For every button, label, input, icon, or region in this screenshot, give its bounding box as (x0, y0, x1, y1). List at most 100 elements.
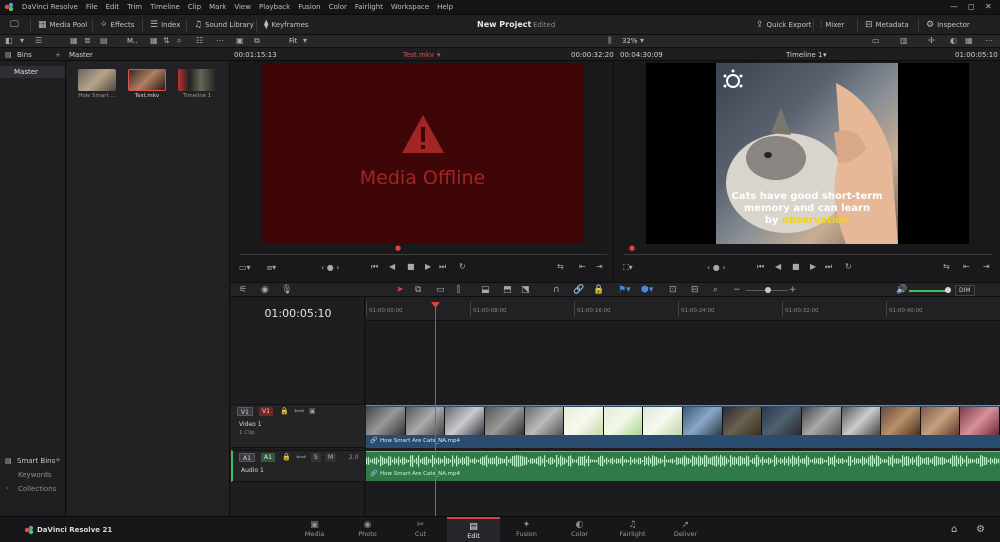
viewer-options-icon[interactable]: ▭▾ (239, 263, 251, 272)
zoom-slider-handle[interactable] (765, 287, 771, 293)
more-options-icon[interactable]: ⋯ (216, 36, 224, 45)
minimize-icon[interactable]: — (950, 2, 958, 11)
smart-bin-collections[interactable]: Collections (18, 485, 56, 493)
list-view-icon[interactable]: ≣ (84, 36, 91, 45)
clip-options-icon[interactable]: ⧈▾ (267, 263, 276, 273)
trim-tool-icon[interactable]: ⧉ (415, 285, 421, 295)
color-wheel-icon[interactable]: ◐ (950, 36, 957, 45)
dual-viewer-icon[interactable]: ⧉ (254, 36, 260, 46)
fit-select[interactable]: Fit (289, 37, 297, 45)
source-patch-a1[interactable]: A1 (239, 453, 255, 462)
viewer-layout-icon[interactable]: ▣ (236, 36, 244, 45)
output-icon[interactable]: ▥ (900, 36, 908, 45)
auto-select-icon[interactable]: ⟺ (296, 453, 306, 461)
view-icon[interactable]: ◉ (261, 285, 269, 295)
volume-slider[interactable] (909, 290, 949, 292)
zoom-out-icon[interactable]: − (733, 285, 741, 295)
stop-icon[interactable]: ■ (792, 262, 800, 271)
grid-view-icon[interactable]: ▦ (70, 36, 78, 45)
view-mode-select[interactable]: M.. (127, 37, 138, 45)
metadata-view-icon[interactable]: ▤ (100, 36, 108, 45)
scope-icon[interactable]: ▦ (965, 36, 973, 45)
menu-color[interactable]: Color (325, 3, 351, 11)
zoom-custom-icon[interactable]: ⌕ (713, 285, 718, 295)
insert-clip-icon[interactable]: ⬓ (481, 285, 490, 295)
menu-mark[interactable]: Mark (205, 3, 230, 11)
mark-out-icon[interactable]: ⇥ (983, 262, 990, 271)
menu-trim[interactable]: Trim (123, 3, 146, 11)
add-bin-icon[interactable]: + (55, 51, 61, 59)
home-icon[interactable]: ⌂ (951, 524, 957, 535)
loop-icon[interactable]: ↻ (845, 262, 852, 271)
keyframes-button[interactable]: ⧫ Keyframes (264, 19, 309, 31)
link-icon[interactable]: 🔗 (573, 285, 584, 295)
solo-button[interactable]: S (311, 453, 321, 462)
menu-clip[interactable]: Clip (184, 3, 205, 11)
jog-icon[interactable]: ‹ ● › (321, 263, 339, 272)
play-icon[interactable]: ▶ (810, 262, 816, 271)
overwrite-clip-icon[interactable]: ⬒ (503, 285, 512, 295)
mark-in-icon[interactable]: ⇤ (579, 262, 586, 271)
transform-icon[interactable]: ✛ (928, 36, 935, 45)
skip-forward-icon[interactable]: ⏭ (825, 262, 832, 272)
smart-bin-keywords[interactable]: Keywords (18, 471, 52, 479)
source-playhead-icon[interactable]: ● (395, 244, 401, 252)
skip-forward-icon[interactable]: ⏭ (439, 262, 446, 272)
add-smart-bin-icon[interactable]: + (55, 456, 61, 464)
page-tab-fusion[interactable]: ✦ Fusion (500, 517, 553, 542)
settings-gear-icon[interactable]: ⚙ (976, 524, 985, 535)
track-visibility-icon[interactable]: ▣ (309, 407, 316, 415)
menu-view[interactable]: View (230, 3, 255, 11)
match-frame-icon[interactable]: ⇆ (557, 262, 564, 271)
zoom-full-icon[interactable]: ⊡ (669, 285, 677, 295)
audio-clip[interactable]: 🔗 How Smart Are Cats_NA.mp4 (366, 451, 1000, 481)
marker-icon[interactable]: ⬢▾ (641, 285, 653, 295)
chevron-down-icon[interactable]: ▾ (823, 51, 827, 59)
mark-in-icon[interactable]: ⇤ (963, 262, 970, 271)
maximize-icon[interactable]: ◻ (968, 2, 975, 11)
page-tab-media[interactable]: ▣ Media (288, 517, 341, 542)
page-tab-edit[interactable]: ▤ Edit (447, 517, 500, 542)
lock-icon[interactable]: 🔒 (593, 285, 604, 295)
dynamic-trim-icon[interactable]: ▭ (436, 285, 445, 295)
match-frame-icon[interactable]: ⇆ (943, 262, 950, 271)
play-reverse-icon[interactable]: ◀ (389, 262, 395, 271)
search-icon[interactable]: ⌕ (177, 36, 181, 46)
stop-icon[interactable]: ■ (407, 262, 415, 271)
menu-help[interactable]: Help (433, 3, 457, 11)
safe-area-icon[interactable]: ▭ (872, 36, 880, 45)
loop-icon[interactable]: ↻ (459, 262, 466, 271)
snapping-icon[interactable]: ∩ (553, 285, 560, 295)
chevron-right-icon[interactable]: › (6, 485, 8, 492)
mixer-button[interactable]: ⫶ Mixer (820, 19, 844, 31)
page-tab-photo[interactable]: ◉ Photo (341, 517, 394, 542)
menu-file[interactable]: File (82, 3, 102, 11)
microphone-icon[interactable]: 🎙 (281, 285, 292, 295)
page-tab-deliver[interactable]: ➚ Deliver (659, 517, 712, 542)
metadata-button[interactable]: ⊟ Metadata (865, 19, 909, 31)
clip-thumbnail-selected[interactable] (128, 69, 166, 91)
menu-workspace[interactable]: Workspace (387, 3, 433, 11)
lock-icon[interactable]: 🔒 (280, 407, 289, 415)
menu-edit[interactable]: Edit (102, 3, 124, 11)
layout-toggle-button[interactable]: 🖵 (10, 19, 19, 31)
chevron-down-icon[interactable]: ▾ (303, 36, 307, 45)
sound-library-button[interactable]: ♫ Sound Library (194, 19, 254, 31)
replace-clip-icon[interactable]: ⬔ (521, 285, 530, 295)
effects-button[interactable]: ✧ Effects (100, 19, 134, 31)
menu-timeline[interactable]: Timeline (146, 3, 184, 11)
more-options-icon[interactable]: ⋯ (985, 36, 993, 45)
zoom-detail-icon[interactable]: ⊟ (691, 285, 699, 295)
dim-button[interactable]: DIM (955, 285, 975, 296)
track-target-v1[interactable]: V1 (259, 407, 273, 416)
skip-back-icon[interactable]: ⏮ (757, 262, 764, 272)
page-tab-color[interactable]: ◐ Color (553, 517, 606, 542)
panel-layout-icon[interactable]: ◧ (5, 36, 13, 45)
jog-icon[interactable]: ‹ ● › (707, 263, 725, 272)
zoom-select[interactable]: 32% (622, 37, 638, 45)
viewer-options-icon[interactable]: ⛶▾ (623, 263, 633, 273)
timeline-playhead-icon[interactable]: ● (629, 244, 635, 252)
source-patch-v1[interactable]: V1 (237, 407, 253, 416)
lock-icon[interactable]: 🔒 (282, 453, 291, 461)
timeline-options-icon[interactable]: ⚟ (239, 285, 247, 295)
